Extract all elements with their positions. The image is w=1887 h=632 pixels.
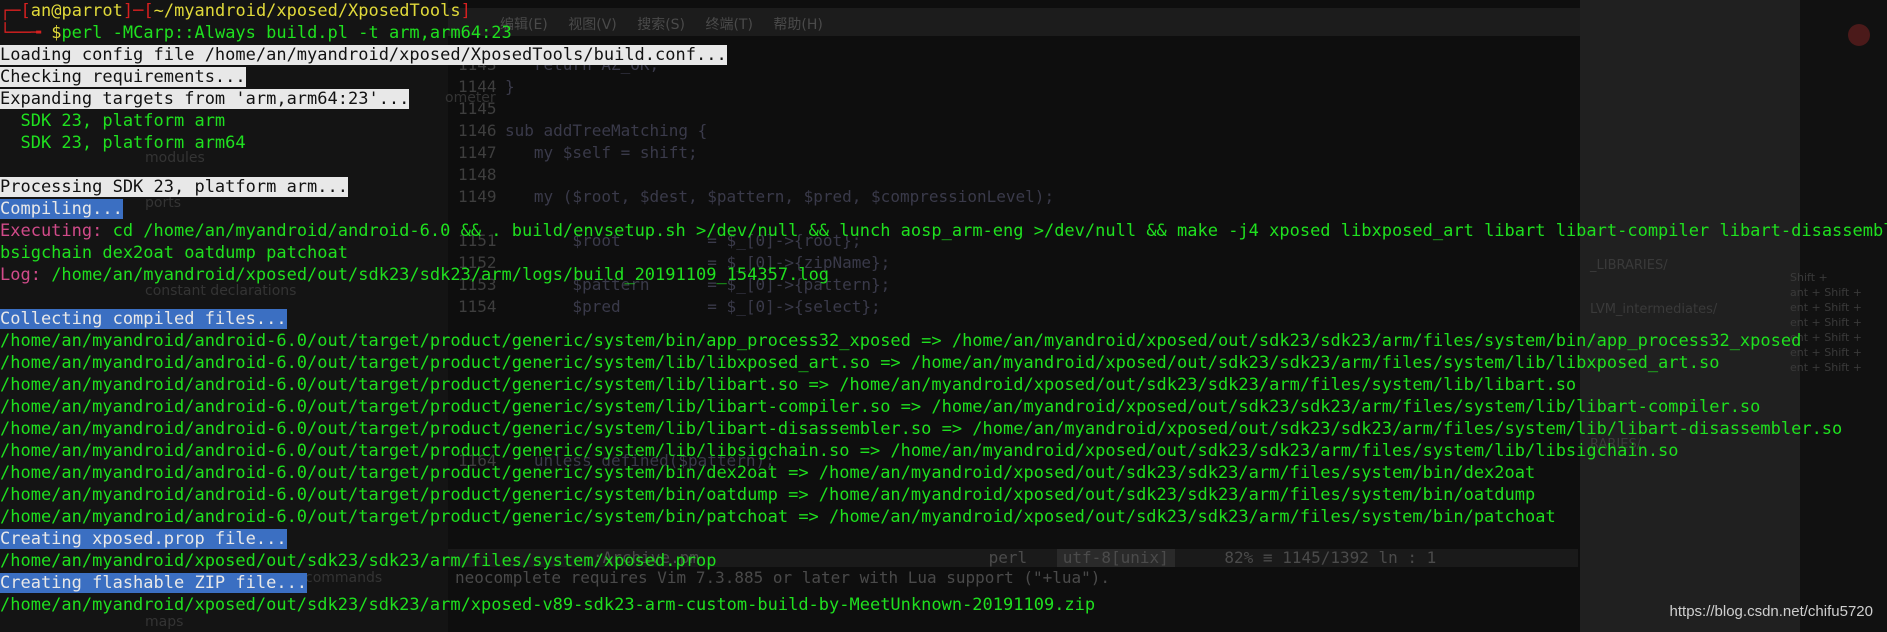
output-line: /home/an/myandroid/android-6.0/out/targe… bbox=[0, 418, 1842, 440]
output-line: Compiling... bbox=[0, 198, 123, 220]
output-line-text: Creating xposed.prop file... bbox=[0, 529, 287, 549]
output-line-text: cd /home/an/myandroid/android-6.0 && . b… bbox=[102, 221, 1887, 241]
output-line: SDK 23, platform arm64 bbox=[0, 132, 246, 154]
output-line-text: Compiling... bbox=[0, 199, 123, 219]
output-line: /home/an/myandroid/android-6.0/out/targe… bbox=[0, 462, 1535, 484]
output-line-text: /home/an/myandroid/android-6.0/out/targe… bbox=[0, 463, 1536, 483]
output-line: Processing SDK 23, platform arm... bbox=[0, 176, 348, 198]
output-line-text: SDK 23, platform arm bbox=[0, 111, 226, 131]
output-line-text: /home/an/myandroid/xposed/out/sdk23/sdk2… bbox=[0, 551, 717, 571]
watermark: https://blog.csdn.net/chifu5720 bbox=[1669, 603, 1873, 620]
output-line: /home/an/myandroid/xposed/out/sdk23/sdk2… bbox=[0, 594, 1095, 616]
output-line: /home/an/myandroid/android-6.0/out/targe… bbox=[0, 396, 1760, 418]
output-line: bsigchain dex2oat oatdump patchoat bbox=[0, 242, 348, 264]
output-line: /home/an/myandroid/android-6.0/out/targe… bbox=[0, 330, 1801, 352]
output-line-text: /home/an/myandroid/android-6.0/out/targe… bbox=[0, 507, 1556, 527]
output-line-text: bsigchain dex2oat oatdump patchoat bbox=[0, 243, 348, 263]
output-line-text: /home/an/myandroid/android-6.0/out/targe… bbox=[0, 397, 1761, 417]
output-line: /home/an/myandroid/android-6.0/out/targe… bbox=[0, 506, 1556, 528]
prompt-at: @ bbox=[51, 1, 62, 21]
output-line-text: /home/an/myandroid/android-6.0/out/targe… bbox=[0, 353, 1720, 373]
output-line-text: /home/an/myandroid/android-6.0/out/targe… bbox=[0, 485, 1536, 505]
output-line: /home/an/myandroid/android-6.0/out/targe… bbox=[0, 352, 1719, 374]
prompt-user: an bbox=[30, 1, 52, 21]
output-line-text: Loading config file /home/an/myandroid/x… bbox=[0, 45, 727, 65]
output-line-text: Processing SDK 23, platform arm... bbox=[0, 177, 348, 197]
output-line-text: Collecting compiled files... bbox=[0, 309, 287, 329]
prompt-line-2: └──╼ $perl -MCarp::Always build.pl -t ar… bbox=[0, 22, 512, 44]
output-line: Collecting compiled files... bbox=[0, 308, 287, 330]
output-line-text: /home/an/myandroid/android-6.0/out/targe… bbox=[0, 331, 1802, 351]
output-line: SDK 23, platform arm bbox=[0, 110, 225, 132]
output-line: Creating xposed.prop file... bbox=[0, 528, 287, 550]
output-line-text: SDK 23, platform arm64 bbox=[0, 133, 246, 153]
output-line-text: Creating flashable ZIP file... bbox=[0, 573, 308, 593]
prompt-close: ] bbox=[460, 1, 471, 21]
prompt-open: ┌─[ bbox=[0, 1, 31, 21]
output-line-text: /home/an/myandroid/xposed/out/sdk23/sdk2… bbox=[0, 595, 1096, 615]
output-line: /home/an/myandroid/android-6.0/out/targe… bbox=[0, 440, 1679, 462]
prompt-corner: └──╼ bbox=[0, 23, 52, 43]
prompt-host: parrot bbox=[61, 1, 123, 21]
output-line-label: Executing: bbox=[0, 221, 103, 241]
output-line: Checking requirements... bbox=[0, 66, 246, 88]
prompt-mid: ]─[ bbox=[122, 1, 154, 21]
output-line-text: Expanding targets from 'arm,arm64:23'... bbox=[0, 89, 410, 109]
output-line-text: /home/an/myandroid/android-6.0/out/targe… bbox=[0, 419, 1843, 439]
output-line-text: Checking requirements... bbox=[0, 67, 246, 87]
output-line-text: /home/an/myandroid/xposed/out/sdk23/sdk2… bbox=[40, 265, 830, 285]
output-line: Log: /home/an/myandroid/xposed/out/sdk23… bbox=[0, 264, 829, 286]
output-line-text: /home/an/myandroid/android-6.0/out/targe… bbox=[0, 375, 1577, 395]
output-line: /home/an/myandroid/android-6.0/out/targe… bbox=[0, 374, 1576, 396]
output-line: Expanding targets from 'arm,arm64:23'... bbox=[0, 88, 410, 110]
output-line: Executing: cd /home/an/myandroid/android… bbox=[0, 220, 1887, 242]
output-line: Creating flashable ZIP file... bbox=[0, 572, 308, 594]
output-line: /home/an/myandroid/android-6.0/out/targe… bbox=[0, 484, 1535, 506]
output-line: /home/an/myandroid/xposed/out/sdk23/sdk2… bbox=[0, 550, 716, 572]
terminal-window[interactable]: ┌─[an@parrot]─[~/myandroid/xposed/Xposed… bbox=[0, 0, 1887, 632]
prompt-dollar: $ bbox=[51, 23, 62, 43]
output-line-text: /home/an/myandroid/android-6.0/out/targe… bbox=[0, 441, 1679, 461]
prompt-path: ~/myandroid/xposed/XposedTools bbox=[153, 1, 461, 21]
output-line: Loading config file /home/an/myandroid/x… bbox=[0, 44, 727, 66]
command-text: perl -MCarp::Always build.pl -t arm,arm6… bbox=[61, 23, 512, 43]
prompt-line-1: ┌─[an@parrot]─[~/myandroid/xposed/Xposed… bbox=[0, 0, 471, 22]
output-line-label: Log: bbox=[0, 265, 41, 285]
